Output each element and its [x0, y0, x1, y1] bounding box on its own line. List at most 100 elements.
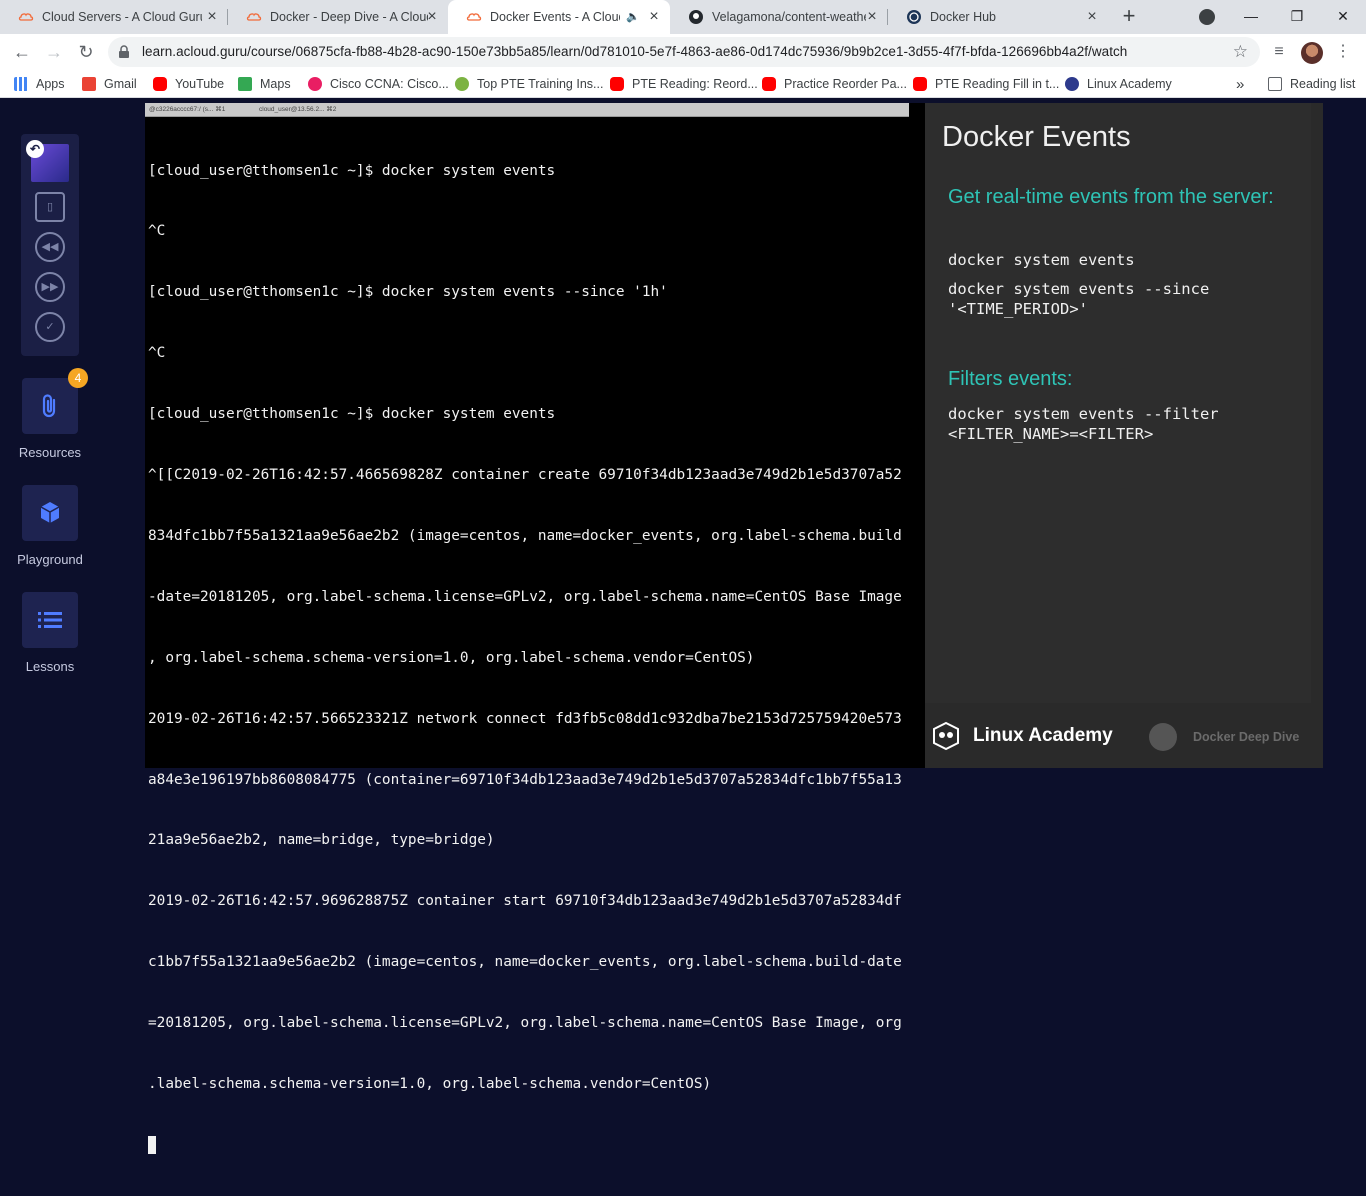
forward-icon[interactable]: → [42, 40, 66, 64]
tab-label: Velagamona/content-weather [712, 10, 866, 24]
slide-section-heading: Get real-time events from the server: [948, 186, 1274, 208]
playground-button[interactable] [22, 485, 78, 541]
bookmark-maps[interactable]: Maps [238, 76, 291, 92]
owl-icon [933, 721, 959, 751]
terminal-line: [cloud_user@tthomsen1c ~]$ docker system… [148, 406, 556, 423]
slide-title: Docker Events [942, 121, 1131, 153]
bookmark-label: Apps [36, 77, 65, 91]
tab-cloud-servers[interactable]: Cloud Servers - A Cloud Guru × [0, 0, 228, 34]
terminal-line: ^C [148, 223, 166, 240]
close-icon[interactable]: × [1084, 9, 1100, 25]
menu-icon[interactable]: ⋮ [1333, 42, 1353, 62]
bookmark-star-icon[interactable]: ☆ [1233, 42, 1248, 62]
bookmark-pte-reading[interactable]: PTE Reading: Reord... [610, 76, 758, 92]
lessons-button[interactable] [22, 592, 78, 648]
tab-search-icon[interactable] [1199, 9, 1215, 25]
tab-docker-events[interactable]: Docker Events - A Cloud Guru 🔈 × [448, 0, 670, 34]
url-text[interactable]: learn.acloud.guru/course/06875cfa-fb88-4… [142, 44, 1127, 59]
terminal-line: 21aa9e56ae2b2, name=bridge, type=bridge) [148, 832, 495, 849]
bookmark-label: Top PTE Training Ins... [477, 77, 604, 91]
acloudguru-icon [466, 13, 482, 21]
terminal-line: c1bb7f55a1321aa9e56ae2b2 (image=centos, … [148, 954, 902, 971]
reading-list-icon [1268, 77, 1282, 91]
terminal-line: .label-schema.schema-version=1.0, org.la… [148, 1075, 712, 1092]
bookmark-top-pte[interactable]: Top PTE Training Ins... [455, 76, 603, 92]
speaker-icon[interactable]: 🔈 [626, 10, 640, 23]
reading-list-label: Reading list [1290, 77, 1356, 91]
terminal-line: [cloud_user@tthomsen1c ~]$ docker system… [148, 162, 556, 179]
more-bookmarks-button[interactable]: » [1236, 76, 1244, 93]
media-control-icon[interactable]: ≡ [1269, 42, 1289, 62]
brand-name: Linux Academy [973, 725, 1113, 746]
slide-section-heading: Filters events: [948, 368, 1073, 390]
bookmark-youtube[interactable]: YouTube [153, 76, 224, 92]
player-controls-panel: ↶ ▯ ◀◀ ▶▶ ✓ [21, 134, 79, 356]
reload-icon[interactable]: ↻ [74, 40, 98, 64]
gmail-icon [82, 77, 96, 91]
profile-avatar[interactable] [1301, 42, 1323, 64]
close-icon[interactable]: × [646, 9, 662, 25]
compass-icon [1149, 723, 1177, 751]
bookmark-label: PTE Reading: Reord... [632, 77, 758, 91]
bookmark-label: Cisco CCNA: Cisco... [330, 77, 449, 91]
complete-check-icon[interactable]: ✓ [35, 312, 65, 342]
close-window-button[interactable]: ✕ [1320, 0, 1366, 32]
youtube-icon [610, 77, 624, 91]
terminal-window: @c3226acccc67:/ (s... ⌘1 cloud_user@13.5… [145, 103, 909, 1154]
address-bar[interactable]: learn.acloud.guru/course/06875cfa-fb88-4… [108, 37, 1260, 67]
bookmark-label: Linux Academy [1087, 77, 1172, 91]
slide-command: docker system events --filter <FILTER_NA… [948, 405, 1219, 443]
tab-docker-hub[interactable]: Docker Hub × [888, 0, 1108, 34]
tab-label: Docker Events - A Cloud Guru [490, 10, 620, 24]
youtube-icon [913, 77, 927, 91]
bookmark-linux-academy[interactable]: Linux Academy [1065, 76, 1172, 92]
reading-list-button[interactable]: Reading list [1268, 76, 1355, 92]
tab-label: Cloud Servers - A Cloud Guru [42, 10, 202, 24]
course-logo: Docker Deep Dive [1149, 723, 1299, 751]
slide-command: docker system events --since '<TIME_PERI… [948, 280, 1210, 318]
playground-label[interactable]: Playground [0, 552, 100, 567]
close-icon[interactable]: × [424, 9, 440, 25]
paperclip-icon [42, 394, 56, 418]
terminal-output: [cloud_user@tthomsen1c ~]$ docker system… [148, 120, 908, 1196]
new-tab-button[interactable]: + [1118, 5, 1140, 28]
terminal-tab-2: cloud_user@13.56.2... ⌘2 [259, 106, 337, 113]
terminal-line: 834dfc1bb7f55a1321aa9e56ae2b2 (image=cen… [148, 527, 902, 544]
bookmark-apps[interactable]: Apps [14, 76, 65, 92]
resources-badge: 4 [68, 368, 88, 388]
bookmark-label: YouTube [175, 77, 225, 91]
video-player[interactable]: @c3226acccc67:/ (s... ⌘1 cloud_user@13.5… [145, 103, 1323, 1154]
tab-label: Docker - Deep Dive - A Cloud Guru [270, 10, 428, 24]
acloudguru-icon [246, 13, 262, 21]
bookmark-label: Practice Reorder Pa... [784, 77, 907, 91]
bookmark-practice-reorder[interactable]: Practice Reorder Pa... [762, 76, 907, 92]
fast-forward-icon[interactable]: ▶▶ [35, 272, 65, 302]
lessons-label[interactable]: Lessons [0, 659, 100, 674]
linux-academy-logo: Linux Academy [931, 721, 1113, 751]
youtube-icon [762, 77, 776, 91]
toggle-panel-icon[interactable]: ▯ [35, 192, 65, 222]
tab-docker-deep-dive[interactable]: Docker - Deep Dive - A Cloud Guru × [228, 0, 448, 34]
bookmark-pte-fill[interactable]: PTE Reading Fill in t... [913, 76, 1059, 92]
terminal-cursor [148, 1135, 156, 1154]
bookmark-label: Maps [260, 77, 291, 91]
bookmark-label: Gmail [104, 77, 137, 91]
bookmark-gmail[interactable]: Gmail [82, 76, 137, 92]
close-icon[interactable]: × [204, 9, 220, 25]
resources-button[interactable] [22, 378, 78, 434]
pte-badge-icon [455, 77, 469, 91]
github-icon [689, 10, 703, 24]
close-icon[interactable]: × [864, 9, 880, 25]
back-arrow-icon[interactable]: ↶ [26, 140, 44, 158]
back-icon[interactable]: ← [10, 40, 34, 64]
minimize-button[interactable]: — [1228, 0, 1274, 32]
maximize-button[interactable]: ❐ [1274, 0, 1320, 32]
rewind-icon[interactable]: ◀◀ [35, 232, 65, 262]
terminal-cursor-line [148, 1135, 908, 1155]
tab-github-velagamona[interactable]: Velagamona/content-weather × [670, 0, 888, 34]
course-name: Docker Deep Dive [1193, 730, 1300, 744]
bookmark-cisco[interactable]: Cisco CCNA: Cisco... [308, 76, 449, 92]
terminal-line: [cloud_user@tthomsen1c ~]$ docker system… [148, 284, 668, 301]
bookmark-label: PTE Reading Fill in t... [935, 77, 1060, 91]
resources-label[interactable]: Resources [0, 445, 100, 460]
